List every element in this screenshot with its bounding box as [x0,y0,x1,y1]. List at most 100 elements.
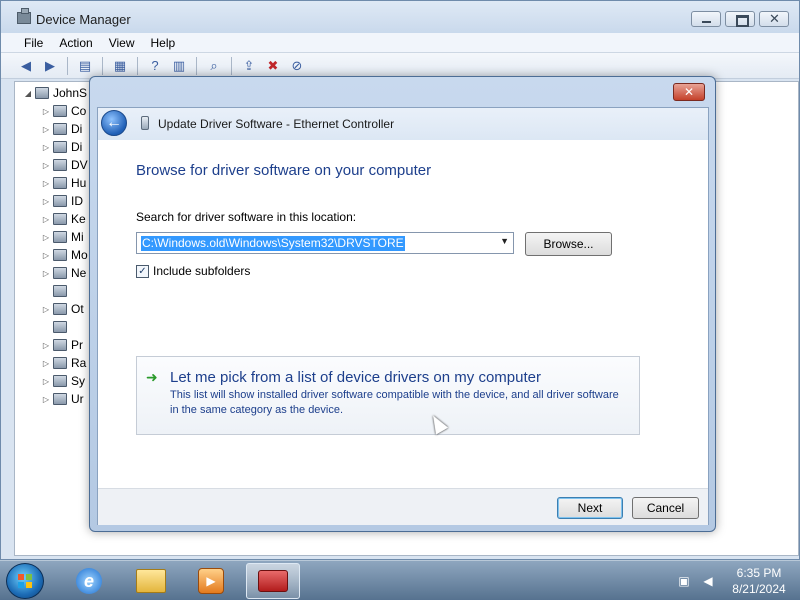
expand-icon[interactable]: ▷ [41,341,51,350]
dialog-header: ← Update Driver Software - Ethernet Cont… [98,108,708,140]
expand-icon[interactable]: ▷ [41,215,51,224]
menu-view[interactable]: View [109,36,135,50]
properties-icon[interactable]: ▦ [111,57,129,75]
tree-item[interactable]: ▷ Pr [41,336,88,354]
dialog-close-button[interactable]: ✕ [673,83,705,101]
location-value[interactable]: C:\Windows.old\Windows\System32\DRVSTORE [141,236,405,251]
tree-item[interactable]: ▷ Hu [41,174,88,192]
device-category-icon [53,339,67,351]
tree-item[interactable]: ▷ Di [41,138,88,156]
expand-icon[interactable]: ▷ [41,179,51,188]
tree-item[interactable]: ▷ Ur [41,390,88,408]
tree-item[interactable]: ▷ Mo [41,246,88,264]
expand-icon[interactable]: ▷ [41,197,51,206]
back-arrow-icon[interactable]: ◀ [17,57,35,75]
pick-from-list-title[interactable]: Let me pick from a list of device driver… [170,369,541,386]
expand-icon[interactable]: ▷ [41,395,51,404]
menu-file[interactable]: File [24,36,43,50]
expand-icon[interactable]: ▷ [41,161,51,170]
tree-icon[interactable]: ▤ [76,57,94,75]
maximize-button[interactable] [725,11,755,27]
volume-muted-icon[interactable]: ◀ [700,573,716,589]
close-button[interactable]: ✕ [759,11,789,27]
tree-item[interactable]: ▷ Ne [41,264,88,282]
menu-bar: File Action View Help [1,33,799,53]
window-title: Device Manager [36,12,131,27]
device-category-icon [53,285,67,297]
view-icon[interactable]: ▥ [170,57,188,75]
tree-item[interactable] [41,282,88,300]
tree-item[interactable]: ▷ Sy [41,372,88,390]
device-driver-icon [141,116,149,130]
expand-icon[interactable]: ▷ [41,251,51,260]
toolbar-separator [196,56,197,75]
expand-icon[interactable]: ▷ [41,125,51,134]
tree-item[interactable] [41,318,88,336]
clock[interactable]: 6:35 PM 8/21/2024 [724,565,794,597]
chevron-down-icon[interactable]: ▼ [500,236,509,246]
location-combobox[interactable]: C:\Windows.old\Windows\System32\DRVSTORE… [136,232,514,254]
tree-item[interactable]: ▷ Ke [41,210,88,228]
device-category-icon [53,141,67,153]
device-category-icon [53,357,67,369]
update-driver-icon[interactable]: ⇪ [240,57,258,75]
expand-icon[interactable]: ▷ [41,377,51,386]
menu-help[interactable]: Help [151,36,176,50]
device-category-icon [53,231,67,243]
tree-item[interactable]: ▷ Ra [41,354,88,372]
device-category-icon [53,249,67,261]
back-button[interactable]: ← [101,110,127,136]
tree-item[interactable]: ▷ Co [41,102,88,120]
toolbar-separator [67,56,68,75]
device-category-icon [53,177,67,189]
device-category-icon [53,123,67,135]
tree-item[interactable]: ▷ Ot [41,300,88,318]
tree-item-label: Ur [71,392,84,406]
dialog-content: ← Update Driver Software - Ethernet Cont… [97,107,709,525]
help-icon[interactable]: ? [146,57,164,75]
toolbar-separator [231,56,232,75]
uninstall-icon[interactable]: ✖ [264,57,282,75]
include-subfolders-label[interactable]: Include subfolders [153,264,250,278]
expand-icon[interactable]: ▷ [41,143,51,152]
tree-items: ▷ Co ▷ Di ▷ Di ▷ DV ▷ Hu ▷ ID ▷ Ke ▷ Mi ▷ Mo ▷ Ne ▷ Ot ▷ Pr ▷ Ra ▷… [23,102,88,408]
menu-action[interactable]: Action [59,36,92,50]
expand-icon[interactable]: ▷ [41,233,51,242]
expand-icon[interactable]: ▷ [41,305,51,314]
computer-icon [35,87,49,99]
taskbar-internet-explorer[interactable]: e [62,563,116,599]
cancel-button[interactable]: Cancel [632,497,699,519]
tree-item[interactable]: ▷ ID [41,192,88,210]
network-icon[interactable]: ▣ [676,573,692,589]
tree-item[interactable]: ▷ DV [41,156,88,174]
tree-item-label: ID [71,194,83,208]
browse-button[interactable]: Browse... [525,232,612,256]
taskbar-device-manager[interactable] [246,563,300,599]
device-category-icon [53,159,67,171]
tree-item-label: Ne [71,266,87,280]
tree-item[interactable]: ▷ Mi [41,228,88,246]
pick-from-list-description: This list will show installed driver sof… [170,389,619,416]
include-subfolders-checkbox[interactable]: ✓ [136,264,149,278]
clock-time: 6:35 PM [736,566,782,580]
collapse-icon[interactable]: ◢ [23,89,33,98]
tree-root[interactable]: ◢ JohnS [23,84,88,102]
next-button[interactable]: Next [557,497,623,519]
include-subfolders-option[interactable]: ✓ Include subfolders [136,264,250,278]
tree-item-label: Hu [71,176,87,190]
forward-arrow-icon[interactable]: ▶ [41,57,59,75]
folder-icon [136,569,166,593]
expand-icon[interactable]: ▷ [41,269,51,278]
pick-from-list-link[interactable]: ➜ Let me pick from a list of device driv… [136,356,640,435]
expand-icon[interactable]: ▷ [41,107,51,116]
minimize-button[interactable] [691,11,721,27]
device-tree: ◢ JohnS ▷ Co ▷ Di ▷ Di ▷ DV ▷ Hu ▷ ID ▷ Ke ▷ Mi ▷ Mo ▷ Ne ▷ O… [23,84,88,408]
device-category-icon [53,105,67,117]
expand-icon[interactable]: ▷ [41,359,51,368]
taskbar-media-player[interactable]: ▶ [184,563,238,599]
taskbar-windows-explorer[interactable] [124,563,178,599]
scan-hardware-icon[interactable]: ⌕ [205,57,223,75]
start-button[interactable] [6,563,44,599]
tree-item[interactable]: ▷ Di [41,120,88,138]
disable-icon[interactable]: ⊘ [288,57,306,75]
